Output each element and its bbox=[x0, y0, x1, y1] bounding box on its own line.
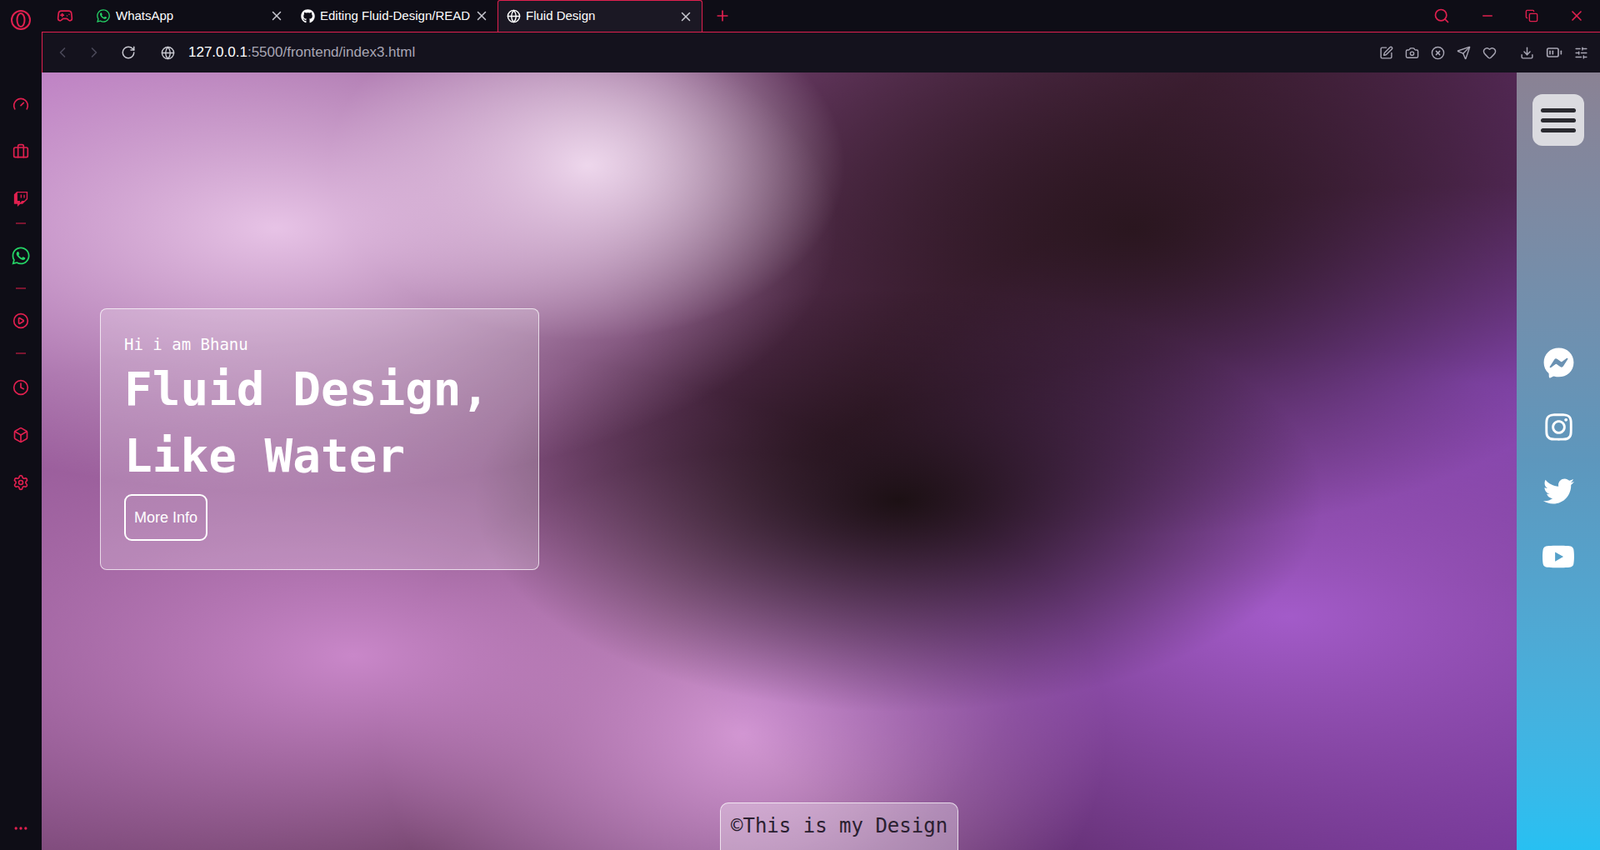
whatsapp-icon bbox=[95, 8, 111, 24]
adblock-icon[interactable] bbox=[1430, 45, 1445, 60]
easy-setup-icon[interactable] bbox=[1574, 45, 1589, 60]
minimize-icon[interactable] bbox=[1480, 8, 1495, 24]
page-background: Hi i am BhanuFluid Design, Like WaterMor… bbox=[41, 72, 1600, 850]
browser-tab[interactable]: Fluid Design bbox=[497, 0, 703, 32]
github-icon bbox=[300, 9, 315, 24]
messenger-icon[interactable] bbox=[1543, 347, 1575, 379]
search-icon[interactable] bbox=[1433, 7, 1450, 25]
hero-greeting: Hi i am Bhanu bbox=[124, 334, 249, 355]
twitter-icon[interactable] bbox=[1543, 475, 1575, 507]
tab-label: Editing Fluid-Design/READ bbox=[320, 6, 470, 26]
more-info-button[interactable]: More Info bbox=[124, 494, 208, 541]
opera-sidebar bbox=[0, 0, 42, 850]
close-tab-icon[interactable] bbox=[269, 8, 285, 24]
history-icon[interactable] bbox=[10, 377, 31, 398]
whatsapp-icon[interactable] bbox=[10, 245, 31, 266]
close-tab-icon[interactable] bbox=[678, 9, 694, 25]
hero-heading: Fluid Design, Like Water bbox=[124, 355, 515, 490]
snapshot-icon[interactable] bbox=[1405, 45, 1420, 60]
close-window-icon[interactable] bbox=[1568, 7, 1585, 25]
social-sidebar bbox=[1516, 72, 1600, 850]
restore-icon[interactable] bbox=[1525, 9, 1539, 23]
extensions-icon[interactable] bbox=[10, 425, 31, 445]
tab-label: Fluid Design bbox=[525, 6, 674, 26]
menu-bar-icon bbox=[1540, 118, 1576, 123]
hero-card: Hi i am BhanuFluid Design, Like WaterMor… bbox=[100, 308, 540, 570]
browser-main: WhatsApp Editing Fluid-Design/READ Fluid D… bbox=[41, 0, 1600, 850]
globe-icon bbox=[506, 9, 521, 24]
tab-label: WhatsApp bbox=[115, 6, 265, 26]
browser-tab[interactable]: WhatsApp bbox=[87, 0, 293, 32]
new-tab-icon[interactable] bbox=[714, 7, 731, 25]
browser-window: WhatsApp Editing Fluid-Design/READ Fluid D… bbox=[0, 0, 1600, 850]
edit-icon[interactable] bbox=[1379, 45, 1394, 60]
gamepad-icon[interactable] bbox=[56, 7, 74, 25]
send-icon[interactable] bbox=[1456, 45, 1471, 60]
site-info-icon[interactable] bbox=[160, 45, 175, 60]
forward-icon[interactable] bbox=[85, 44, 103, 61]
menu-button[interactable] bbox=[1532, 94, 1585, 146]
youtube-icon[interactable] bbox=[1541, 540, 1575, 574]
browser-tab[interactable]: Editing Fluid-Design/READ bbox=[292, 0, 498, 32]
menu-bar-icon bbox=[1540, 128, 1576, 133]
sidebar-separator bbox=[15, 287, 26, 290]
close-tab-icon[interactable] bbox=[474, 8, 490, 24]
briefcase-icon[interactable] bbox=[10, 141, 31, 162]
speed-icon[interactable] bbox=[10, 94, 31, 115]
twitch-icon[interactable] bbox=[10, 189, 31, 210]
opera-logo-icon[interactable] bbox=[10, 9, 32, 31]
sidebar-separator bbox=[15, 352, 26, 355]
sidebar-separator bbox=[15, 222, 26, 225]
tab-bar: WhatsApp Editing Fluid-Design/READ Fluid D… bbox=[41, 0, 1600, 32]
download-icon[interactable] bbox=[1520, 45, 1535, 60]
url-field[interactable]: 127.0.0.1:5500/frontend/index3.html bbox=[188, 41, 415, 64]
footer: ©This is my Design bbox=[720, 802, 959, 850]
page-content: Hi i am BhanuFluid Design, Like WaterMor… bbox=[41, 72, 1517, 850]
menu-bar-icon bbox=[1540, 108, 1576, 113]
player-icon[interactable] bbox=[10, 310, 31, 331]
favorite-icon[interactable] bbox=[1482, 45, 1497, 60]
battery-icon[interactable] bbox=[1545, 44, 1563, 61]
instagram-icon[interactable] bbox=[1543, 411, 1575, 443]
reload-icon[interactable] bbox=[120, 45, 136, 60]
more-icon[interactable] bbox=[10, 818, 31, 839]
address-bar: 127.0.0.1:5500/frontend/index3.html bbox=[41, 31, 1600, 73]
settings-icon[interactable] bbox=[10, 472, 31, 493]
back-icon[interactable] bbox=[54, 44, 71, 61]
